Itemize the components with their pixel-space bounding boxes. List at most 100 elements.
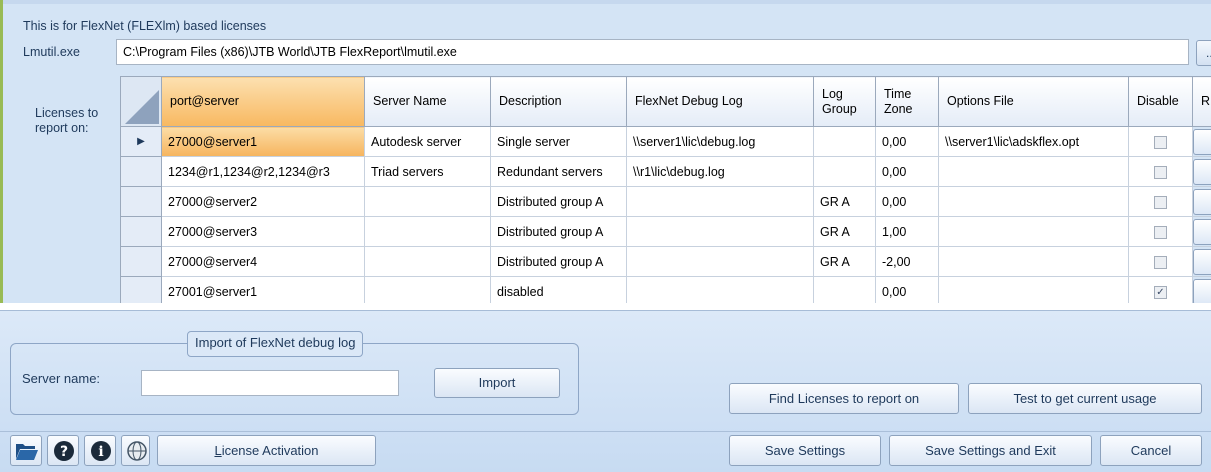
table-row[interactable]: 27001@server1 disabled 0,00 ✓ (121, 277, 1211, 304)
disable-checkbox[interactable] (1154, 256, 1167, 269)
lmutil-path-input[interactable] (116, 39, 1189, 65)
row-action-button[interactable] (1193, 189, 1211, 215)
cell-time-zone[interactable]: -2,00 (876, 247, 939, 277)
column-header-log-group[interactable]: LogGroup (814, 77, 876, 127)
cell-options-file[interactable] (939, 157, 1129, 187)
cell-log-group[interactable]: GR A (814, 187, 876, 217)
row-action-button[interactable] (1193, 219, 1211, 245)
cell-port-server[interactable]: 27000@server1 (162, 127, 365, 157)
column-header-disable[interactable]: Disable (1129, 77, 1193, 127)
cell-description[interactable]: Redundant servers (491, 157, 627, 187)
cell-description[interactable]: Single server (491, 127, 627, 157)
cell-time-zone[interactable]: 0,00 (876, 127, 939, 157)
cell-options-file[interactable] (939, 277, 1129, 304)
cell-debug-log[interactable] (627, 277, 814, 304)
disable-checkbox[interactable] (1154, 226, 1167, 239)
cell-server-name[interactable] (365, 247, 491, 277)
cell-time-zone[interactable]: 0,00 (876, 277, 939, 304)
cell-options-file[interactable]: \\server1\lic\adskflex.opt (939, 127, 1129, 157)
column-header-description[interactable]: Description (491, 77, 627, 127)
row-action-button[interactable] (1193, 129, 1211, 155)
cell-port-server[interactable]: 27000@server2 (162, 187, 365, 217)
cell-debug-log[interactable] (627, 247, 814, 277)
row-header-current[interactable]: ▶ (121, 127, 162, 157)
cell-description[interactable]: Distributed group A (491, 217, 627, 247)
jtb-world-button[interactable] (121, 435, 150, 466)
import-button[interactable]: Import (434, 368, 560, 398)
row-action-button[interactable] (1193, 249, 1211, 275)
open-folder-button[interactable] (10, 435, 42, 466)
cell-server-name[interactable] (365, 217, 491, 247)
cell-log-group[interactable] (814, 127, 876, 157)
cell-row-button[interactable] (1193, 187, 1211, 217)
row-action-button[interactable] (1193, 159, 1211, 185)
test-usage-button[interactable]: Test to get current usage (968, 383, 1202, 414)
table-row[interactable]: 1234@r1,1234@r2,1234@r3 Triad servers Re… (121, 157, 1211, 187)
cell-port-server[interactable]: 27000@server4 (162, 247, 365, 277)
disable-checkbox[interactable] (1154, 166, 1167, 179)
select-all-corner[interactable] (121, 77, 162, 127)
info-button[interactable]: i (84, 435, 116, 466)
cell-time-zone[interactable]: 1,00 (876, 217, 939, 247)
server-name-input[interactable] (141, 370, 399, 396)
cell-log-group[interactable] (814, 157, 876, 187)
column-header-debug-log[interactable]: FlexNet Debug Log (627, 77, 814, 127)
cell-row-button[interactable] (1193, 157, 1211, 187)
cell-disable[interactable] (1129, 247, 1193, 277)
row-header[interactable] (121, 157, 162, 187)
column-header-r[interactable]: R (1193, 77, 1211, 127)
disable-checkbox[interactable] (1154, 136, 1167, 149)
table-row[interactable]: ▶ 27000@server1 Autodesk server Single s… (121, 127, 1211, 157)
cell-disable[interactable] (1129, 187, 1193, 217)
cell-port-server[interactable]: 27000@server3 (162, 217, 365, 247)
find-licenses-button[interactable]: Find Licenses to report on (729, 383, 959, 414)
cell-description[interactable]: disabled (491, 277, 627, 304)
cell-options-file[interactable] (939, 247, 1129, 277)
cell-server-name[interactable]: Autodesk server (365, 127, 491, 157)
row-header[interactable] (121, 277, 162, 304)
row-header[interactable] (121, 247, 162, 277)
cell-debug-log[interactable] (627, 217, 814, 247)
save-settings-button[interactable]: Save Settings (729, 435, 881, 466)
cell-time-zone[interactable]: 0,00 (876, 157, 939, 187)
cell-log-group[interactable] (814, 277, 876, 304)
column-header-time-zone[interactable]: TimeZone (876, 77, 939, 127)
cell-debug-log[interactable] (627, 187, 814, 217)
cell-description[interactable]: Distributed group A (491, 247, 627, 277)
cell-server-name[interactable] (365, 277, 491, 304)
cell-disable[interactable] (1129, 217, 1193, 247)
cell-log-group[interactable]: GR A (814, 217, 876, 247)
license-activation-button[interactable]: License Activation (157, 435, 376, 466)
help-button[interactable]: ? (47, 435, 79, 466)
cell-description[interactable]: Distributed group A (491, 187, 627, 217)
row-header[interactable] (121, 217, 162, 247)
cell-debug-log[interactable]: \\server1\lic\debug.log (627, 127, 814, 157)
cell-disable[interactable] (1129, 157, 1193, 187)
licenses-grid[interactable]: port@server Server Name Description Flex… (120, 76, 1211, 303)
table-row[interactable]: 27000@server3 Distributed group A GR A 1… (121, 217, 1211, 247)
table-row[interactable]: 27000@server4 Distributed group A GR A -… (121, 247, 1211, 277)
save-and-exit-button[interactable]: Save Settings and Exit (889, 435, 1092, 466)
cell-options-file[interactable] (939, 187, 1129, 217)
cell-disable[interactable] (1129, 127, 1193, 157)
cell-row-button[interactable] (1193, 127, 1211, 157)
cell-disable[interactable]: ✓ (1129, 277, 1193, 304)
column-header-port-server[interactable]: port@server (162, 77, 365, 127)
browse-lmutil-button[interactable]: ... (1196, 40, 1211, 66)
cell-row-button[interactable] (1193, 247, 1211, 277)
cell-log-group[interactable]: GR A (814, 247, 876, 277)
cell-row-button[interactable] (1193, 217, 1211, 247)
cell-time-zone[interactable]: 0,00 (876, 187, 939, 217)
cell-options-file[interactable] (939, 217, 1129, 247)
row-action-button[interactable] (1193, 279, 1211, 304)
table-row[interactable]: 27000@server2 Distributed group A GR A 0… (121, 187, 1211, 217)
cell-port-server[interactable]: 1234@r1,1234@r2,1234@r3 (162, 157, 365, 187)
row-header[interactable] (121, 187, 162, 217)
cell-server-name[interactable]: Triad servers (365, 157, 491, 187)
cell-server-name[interactable] (365, 187, 491, 217)
disable-checkbox[interactable] (1154, 196, 1167, 209)
cell-port-server[interactable]: 27001@server1 (162, 277, 365, 304)
column-header-server-name[interactable]: Server Name (365, 77, 491, 127)
disable-checkbox-checked[interactable]: ✓ (1154, 286, 1167, 299)
cell-row-button[interactable] (1193, 277, 1211, 304)
